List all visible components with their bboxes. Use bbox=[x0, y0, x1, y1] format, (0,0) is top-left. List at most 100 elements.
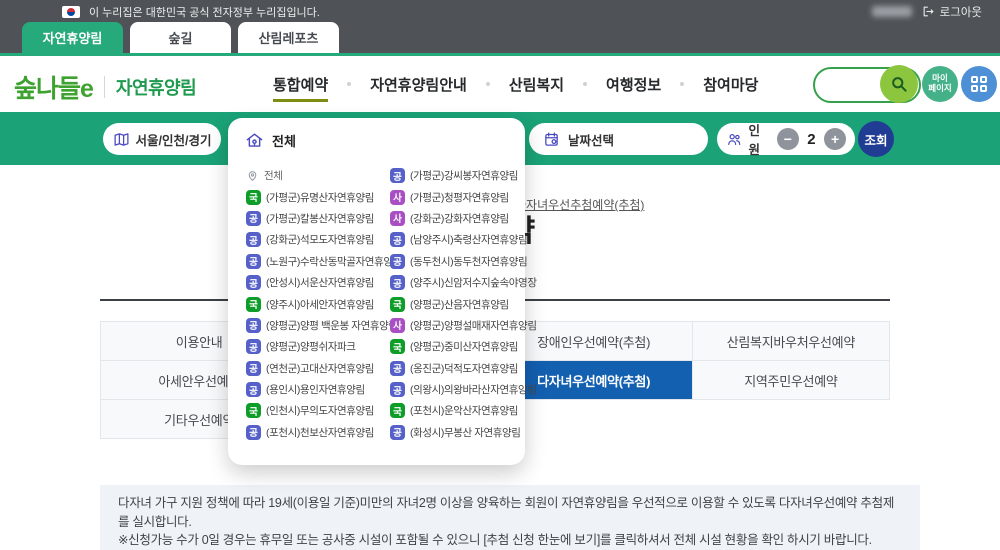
inquiry-button[interactable]: 조회 bbox=[858, 121, 894, 157]
korea-flag-icon bbox=[62, 5, 80, 18]
facility-type-badge: 국 bbox=[390, 339, 405, 355]
people-minus-button[interactable]: − bbox=[776, 128, 799, 150]
facility-option-label: (옹진군)덕적도자연휴양림 bbox=[410, 362, 519, 375]
facility-type-badge: 공 bbox=[246, 275, 261, 291]
facility-option[interactable]: 공 (안성시)서운산자연휴양림 bbox=[246, 272, 402, 293]
gov-top-strip: 이 누리집은 대한민국 공식 전자정부 누리집입니다. 로그아웃 자연휴양림 숲… bbox=[0, 0, 1000, 53]
date-select[interactable]: 날짜선택 bbox=[529, 123, 708, 155]
main-header: 숲나들e 자연휴양림 통합예약 자연휴양림안내 산림복지 여행정보 참여마당 마… bbox=[0, 56, 1000, 112]
tab-forest-leports[interactable]: 산림레포츠 bbox=[238, 22, 339, 53]
facility-type-badge: 사 bbox=[390, 317, 405, 333]
all-menu-button[interactable] bbox=[961, 66, 997, 102]
facility-select[interactable]: 전체 bbox=[245, 131, 296, 150]
page-root: 이 누리집은 대한민국 공식 전자정부 누리집입니다. 로그아웃 자연휴양림 숲… bbox=[0, 0, 1000, 550]
house-pin-icon bbox=[246, 133, 263, 147]
logout-button[interactable]: 로그아웃 bbox=[922, 4, 982, 20]
facility-option[interactable]: 공 (연천군)고대산자연휴양림 bbox=[246, 358, 402, 379]
facility-option[interactable]: 공 (용인시)용인자연휴양림 bbox=[246, 379, 402, 400]
facility-option[interactable]: 국 (양주시)아세안자연휴양림 bbox=[246, 293, 402, 314]
nav-item-forest-guide[interactable]: 자연휴양림안내 bbox=[347, 74, 488, 95]
facility-option[interactable]: 국 (양평군)산음자연휴양림 bbox=[390, 293, 537, 314]
empty-cell bbox=[692, 400, 889, 439]
calendar-icon bbox=[545, 131, 558, 146]
logo-text: 숲나들e bbox=[14, 75, 94, 103]
facility-option-label: (강화군)석모도자연휴양림 bbox=[266, 234, 375, 247]
people-stepper: 인원 − 2 + bbox=[717, 123, 855, 157]
menu-cell-local-resident-priority[interactable]: 지역주민우선예약 bbox=[691, 360, 891, 400]
facility-dropdown-panel: 전체 전체 국 (가평군)유명산자연휴양림 공 (가평군)칼봉산자연휴양림 공 … bbox=[228, 118, 537, 465]
facility-type-badge: 공 bbox=[246, 253, 261, 269]
facility-list-right: 공 (가평군)강씨봉자연휴양림 사 (가평군)청평자연휴양림 사 (강화군)강화… bbox=[390, 165, 537, 443]
facility-option[interactable]: 국 (양평군)중미산자연휴양림 bbox=[390, 336, 537, 357]
facility-list-left: 전체 국 (가평군)유명산자연휴양림 공 (가평군)칼봉산자연휴양림 공 (강화… bbox=[246, 165, 402, 443]
facility-option[interactable]: 국 (인천시)무의도자연휴양림 bbox=[246, 400, 402, 421]
facility-option[interactable]: 공 (포천시)천보산자연휴양림 bbox=[246, 422, 402, 443]
facility-option[interactable]: 공 (양평군)양평쉬자파크 bbox=[246, 336, 402, 357]
facility-option[interactable]: 국 (포천시)운악산자연휴양림 bbox=[390, 400, 537, 421]
nav-item-travel-info[interactable]: 여행정보 bbox=[583, 74, 682, 95]
facility-type-badge: 국 bbox=[246, 296, 261, 312]
service-name: 자연휴양림 bbox=[115, 78, 197, 98]
facility-option[interactable]: 공 (노원구)수락산동막골자연휴양림 bbox=[246, 251, 402, 272]
facility-option[interactable]: 공 (의왕시)의왕바라산자연휴양림 bbox=[390, 379, 537, 400]
facility-type-badge: 공 bbox=[390, 168, 405, 184]
facility-option[interactable]: 공 (동두천시)동두천자연휴양림 bbox=[390, 251, 537, 272]
main-nav: 통합예약 자연휴양림안내 산림복지 여행정보 참여마당 bbox=[252, 56, 779, 112]
search-icon bbox=[892, 77, 907, 92]
menu-cell-voucher-priority[interactable]: 산림복지바우처우선예약 bbox=[691, 321, 891, 361]
facility-type-badge: 공 bbox=[246, 232, 261, 248]
facility-option[interactable]: 공 (강화군)석모도자연휴양림 bbox=[246, 229, 402, 250]
facility-type-badge: 사 bbox=[390, 189, 405, 205]
facility-type-badge: 국 bbox=[390, 403, 405, 419]
search-submit-button[interactable] bbox=[880, 65, 918, 103]
grid-menu-icon bbox=[971, 76, 987, 92]
facility-option-label: (양주시)신암저수지숲속야영장 bbox=[410, 277, 537, 290]
nav-item-forest-welfare[interactable]: 산림복지 bbox=[485, 74, 585, 95]
location-pin-icon bbox=[248, 171, 257, 182]
facility-option-label: (연천군)고대산자연휴양림 bbox=[266, 362, 375, 375]
facility-type-badge: 공 bbox=[390, 253, 405, 269]
facility-option[interactable]: 공 (가평군)칼봉산자연휴양림 bbox=[246, 208, 402, 229]
facility-type-badge: 공 bbox=[246, 317, 261, 333]
people-label: 인원 bbox=[748, 124, 761, 157]
region-label: 서울/인천/경기 bbox=[135, 133, 212, 148]
facility-option-label: (인천시)무의도자연휴양림 bbox=[266, 405, 375, 418]
people-count: 2 bbox=[807, 130, 816, 148]
facility-option[interactable]: 사 (양평군)양평설매재자연휴양림 bbox=[390, 315, 537, 336]
facility-option[interactable]: 사 (강화군)강화자연휴양림 bbox=[390, 208, 537, 229]
facility-type-badge: 공 bbox=[246, 382, 261, 398]
facility-option-label: (양평군)양평쉬자파크 bbox=[266, 341, 356, 354]
tab-forest-trail[interactable]: 숲길 bbox=[130, 22, 231, 53]
info-line-2: ※신청가능 수가 0일 경우는 휴무일 또는 공사중 시설이 포함될 수 있으니… bbox=[118, 533, 872, 547]
facility-option-label: (남양주시)축령산자연휴양림 bbox=[410, 234, 528, 247]
facility-option-label: (가평군)유명산자연휴양림 bbox=[266, 191, 375, 204]
tab-recreation-forest[interactable]: 자연휴양림 bbox=[22, 22, 123, 53]
region-select[interactable]: 서울/인천/경기 bbox=[103, 123, 221, 155]
facility-option[interactable]: 공 (옹진군)덕적도자연휴양림 bbox=[390, 358, 537, 379]
facility-option[interactable]: 사 (가평군)청평자연휴양림 bbox=[390, 186, 537, 207]
facility-option[interactable]: 공 (가평군)강씨봉자연휴양림 bbox=[390, 165, 537, 186]
facility-option-label: (양평군)산음자연휴양림 bbox=[410, 298, 509, 311]
people-icon bbox=[728, 133, 741, 145]
facility-option-label: (양평군)양평설매재자연휴양림 bbox=[410, 319, 537, 332]
facility-option[interactable]: 국 (가평군)유명산자연휴양림 bbox=[246, 186, 402, 207]
facility-option-all[interactable]: 전체 bbox=[246, 165, 402, 186]
facility-option[interactable]: 공 (양평군)양평 백운봉 자연휴양림 bbox=[246, 315, 402, 336]
facility-option-label: (양주시)아세안자연휴양림 bbox=[266, 298, 375, 311]
facility-option-label: (양평군)양평 백운봉 자연휴양림 bbox=[266, 319, 398, 332]
facility-type-badge: 국 bbox=[246, 189, 261, 205]
site-logo[interactable]: 숲나들e 자연휴양림 bbox=[14, 69, 197, 105]
mypage-button[interactable]: 마이 페이지 bbox=[922, 66, 958, 102]
facility-type-badge: 공 bbox=[390, 232, 405, 248]
facility-option[interactable]: 공 (화성시)무봉산 자연휴양림 bbox=[390, 422, 537, 443]
nav-item-participation[interactable]: 참여마당 bbox=[680, 74, 779, 95]
facility-option-label: (화성시)무봉산 자연휴양림 bbox=[410, 426, 521, 439]
logout-label: 로그아웃 bbox=[939, 6, 982, 19]
nav-item-integrated-booking[interactable]: 통합예약 bbox=[252, 74, 349, 102]
people-plus-button[interactable]: + bbox=[824, 128, 847, 150]
facility-type-badge: 공 bbox=[390, 424, 405, 440]
multichild-info-box: 다자녀 가구 지원 정책에 따라 19세(이용일 기준)미만의 자녀2명 이상을… bbox=[100, 485, 920, 550]
facility-option[interactable]: 공 (양주시)신암저수지숲속야영장 bbox=[390, 272, 537, 293]
facility-option-label: (가평군)청평자연휴양림 bbox=[410, 191, 509, 204]
facility-option[interactable]: 공 (남양주시)축령산자연휴양림 bbox=[390, 229, 537, 250]
